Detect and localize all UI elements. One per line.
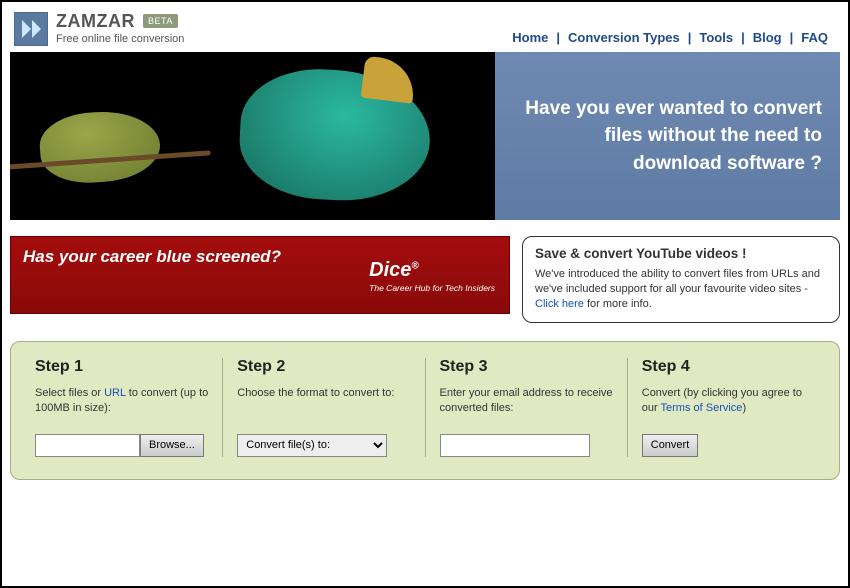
info-box: Save & convert YouTube videos ! We've in… — [522, 236, 840, 323]
chameleon-icon — [38, 108, 163, 186]
logo-icon — [14, 12, 48, 46]
step-desc: Convert (by clicking you agree to our Te… — [642, 386, 815, 420]
email-field[interactable] — [440, 434, 590, 457]
header: ZAMZAR BETA Free online file conversion … — [10, 8, 840, 52]
step-desc: Enter your email address to receive conv… — [440, 386, 613, 420]
format-select[interactable]: Convert file(s) to: — [237, 434, 387, 457]
brand-name: ZAMZAR — [56, 12, 135, 30]
beta-badge: BETA — [143, 14, 178, 28]
step-1: Step 1 Select files or URL to convert (u… — [21, 358, 223, 457]
step-title: Step 2 — [237, 358, 410, 376]
ad-banner[interactable]: Has your career blue screened? Dice® The… — [10, 236, 510, 314]
primary-nav: Home| Conversion Types| Tools| Blog| FAQ — [504, 30, 836, 45]
info-body: We've introduced the ability to convert … — [535, 267, 827, 312]
nav-blog[interactable]: Blog — [745, 30, 790, 45]
brand-tagline: Free online file conversion — [56, 33, 184, 45]
brand: ZAMZAR BETA Free online file conversion — [14, 12, 184, 46]
file-input[interactable] — [35, 434, 140, 457]
hero-image — [10, 52, 495, 220]
step-desc: Select files or URL to convert (up to 10… — [35, 386, 208, 420]
hero-headline: Have you ever wanted to convert files wi… — [513, 95, 822, 178]
url-link[interactable]: URL — [104, 387, 126, 399]
step-3: Step 3 Enter your email address to recei… — [426, 358, 628, 457]
step-desc: Choose the format to convert to: — [237, 386, 410, 420]
step-title: Step 4 — [642, 358, 815, 376]
info-link[interactable]: Click here — [535, 298, 584, 310]
chameleon-icon — [237, 65, 434, 205]
steps-panel: Step 1 Select files or URL to convert (u… — [10, 341, 840, 480]
step-2: Step 2 Choose the format to convert to: … — [223, 358, 425, 457]
nav-tools[interactable]: Tools — [691, 30, 741, 45]
nav-faq[interactable]: FAQ — [793, 30, 836, 45]
convert-button[interactable]: Convert — [642, 434, 699, 457]
step-title: Step 1 — [35, 358, 208, 376]
ad-brand-name: Dice — [369, 259, 411, 281]
step-4: Step 4 Convert (by clicking you agree to… — [628, 358, 829, 457]
nav-home[interactable]: Home — [504, 30, 556, 45]
hero-banner: Have you ever wanted to convert files wi… — [10, 52, 840, 220]
browse-button[interactable]: Browse... — [140, 434, 204, 457]
terms-link[interactable]: Terms of Service — [661, 402, 743, 414]
nav-conversion-types[interactable]: Conversion Types — [560, 30, 688, 45]
ad-brand-sub: The Career Hub for Tech Insiders — [369, 283, 495, 293]
info-title: Save & convert YouTube videos ! — [535, 245, 827, 263]
step-title: Step 3 — [440, 358, 613, 376]
ad-brand: Dice® The Career Hub for Tech Insiders — [369, 259, 495, 293]
